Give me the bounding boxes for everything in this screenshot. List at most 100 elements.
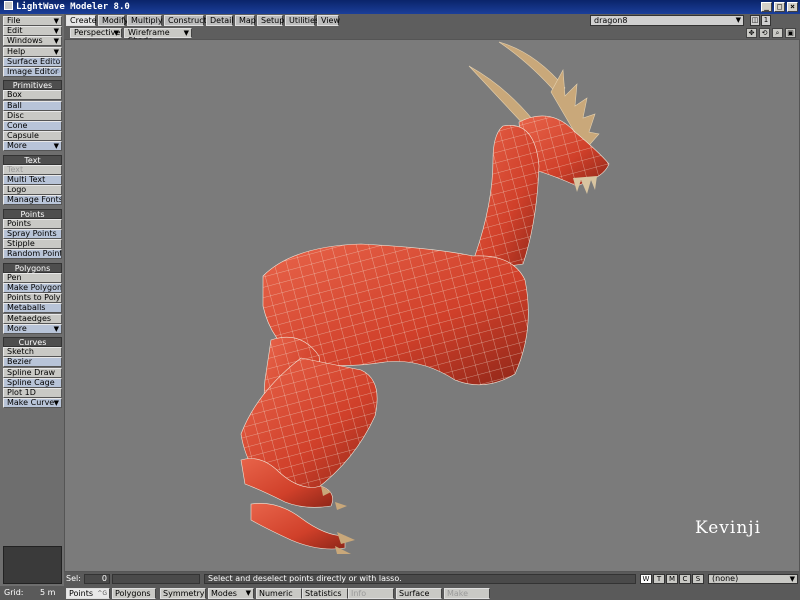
sidebar-button-capsule[interactable]: Capsule: [3, 131, 62, 142]
sidebar-button-box[interactable]: Box: [3, 90, 62, 101]
group-header-polygons: Polygons: [3, 262, 62, 273]
minimize-button[interactable]: _: [761, 2, 772, 12]
sidebar-button-sketch[interactable]: Sketch: [3, 347, 62, 358]
chevron-down-icon: ▼: [53, 142, 59, 151]
sidebar-button-make-polygon[interactable]: Make Polygon: [3, 283, 62, 293]
sidebar-button-points-to-polys[interactable]: Points to Polys: [3, 293, 62, 304]
dragon-model: [240, 41, 610, 554]
chevron-down-icon: ▼: [53, 27, 59, 36]
tab-detail[interactable]: Detail: [206, 15, 234, 26]
mode-button-modes[interactable]: Modes ▼: [208, 588, 254, 599]
tab-construct[interactable]: Construct: [164, 15, 207, 26]
sidebar-button-disc[interactable]: Disc: [3, 110, 62, 121]
sidebar-button-spline-draw[interactable]: Spline Draw: [3, 367, 62, 378]
sidebar-button-label: Logo: [7, 185, 27, 195]
sidebar-button-label: More: [7, 323, 27, 333]
t-button[interactable]: T: [653, 574, 665, 584]
sidebar-button-spline-cage[interactable]: Spline Cage: [3, 377, 62, 388]
sidebar-button-ball[interactable]: Ball: [3, 100, 62, 111]
mode-button-make[interactable]: Make: [444, 588, 490, 599]
close-button[interactable]: ×: [787, 2, 798, 12]
mode-button-polygons[interactable]: Polygons: [112, 588, 156, 599]
left-toolbar: File ▼ Edit ▼ Windows ▼ Help ▼ Surface Editor F5 I…: [0, 14, 64, 586]
teeth: [573, 176, 597, 194]
sidebar-button-image-editor[interactable]: Image Editor F6: [3, 67, 62, 77]
chevron-down-icon: ▼: [789, 575, 795, 583]
rotate-view-icon[interactable]: ⟲: [759, 28, 770, 38]
mode-button-statistics[interactable]: Statistics: [302, 588, 348, 599]
group-header-points: Points: [3, 208, 62, 219]
sidebar-button-surface-editor[interactable]: Surface Editor F5: [3, 56, 62, 67]
mode-button-info[interactable]: Info: [348, 588, 394, 599]
sidebar-button-bezier[interactable]: Bezier: [3, 357, 62, 368]
sidebar-button-points[interactable]: Points: [3, 218, 62, 229]
sidebar-button-label: Metaedges: [7, 313, 52, 323]
viewport-header: Perspective ▼ Wireframe Shade ▼ ✥ ⟲ ⌕ ▣: [64, 27, 800, 45]
zoom-view-icon[interactable]: ⌕: [772, 28, 783, 38]
sidebar-button-label: Text: [7, 164, 24, 174]
grid-value: 5 m: [40, 588, 56, 597]
sidebar-button-label: Multi Text: [7, 175, 46, 184]
maximize-view-icon[interactable]: ▣: [785, 28, 796, 38]
mode-button-symmetry[interactable]: Symmetry: [160, 588, 206, 599]
s-button[interactable]: S: [692, 574, 704, 584]
sidebar-button-multi-text[interactable]: Multi Text: [3, 175, 62, 185]
tab-map[interactable]: Map: [235, 15, 256, 26]
sidebar-button-windows[interactable]: Windows ▼: [3, 36, 62, 47]
sidebar-button-help[interactable]: Help ▼: [3, 46, 62, 57]
m-button[interactable]: M: [666, 574, 678, 584]
tab-view[interactable]: View: [317, 15, 340, 26]
sidebar-button-label: Points: [7, 218, 32, 228]
w-button[interactable]: W: [640, 574, 652, 584]
sidebar-button-more[interactable]: More ▼: [3, 323, 62, 334]
surface-select[interactable]: (none) ▼: [708, 574, 798, 584]
view-mode-select[interactable]: Perspective ▼: [70, 28, 122, 38]
sidebar-button-cone[interactable]: Cone: [3, 121, 62, 131]
sidebar-button-random-points[interactable]: Random Points: [3, 249, 62, 260]
object-select[interactable]: dragon8 ▼: [590, 15, 744, 26]
perspective-viewport[interactable]: Kevinji: [64, 39, 800, 572]
sidebar-button-plot-1d[interactable]: Plot 1D: [3, 388, 62, 398]
sidebar-button-spray-points[interactable]: Spray Points: [3, 229, 62, 239]
move-view-icon[interactable]: ✥: [746, 28, 757, 38]
mode-button-label: Numeric: [259, 589, 293, 598]
sel-count: 0: [84, 574, 110, 584]
tab-multiply[interactable]: Multiply: [127, 15, 163, 26]
sidebar-button-stipple[interactable]: Stipple: [3, 239, 62, 250]
sidebar-button-label: Bezier: [7, 357, 33, 367]
sidebar-button-make-curve[interactable]: Make Curve ▼: [3, 398, 62, 409]
sidebar-button-label: Plot 1D: [7, 388, 36, 397]
sidebar-button-edit[interactable]: Edit ▼: [3, 26, 62, 37]
c-button[interactable]: C: [679, 574, 691, 584]
sidebar-button-pen[interactable]: Pen: [3, 272, 62, 283]
sidebar-button-metaedges[interactable]: Metaedges: [3, 313, 62, 324]
tab-utilities[interactable]: Utilities: [285, 15, 319, 26]
sidebar-button-logo[interactable]: Logo: [3, 185, 62, 196]
status-message: Select and deselect points directly or w…: [204, 574, 636, 584]
sidebar-button-metaballs[interactable]: Metaballs: [3, 303, 62, 314]
sidebar-button-text[interactable]: Text: [3, 164, 62, 175]
grid-label: Grid:: [4, 588, 24, 597]
toolbar-empty-panel: [3, 546, 62, 584]
mode-button-numeric[interactable]: Numeric: [256, 588, 302, 599]
group-header-text: Text: [3, 154, 62, 165]
surface-value: (none): [712, 574, 739, 583]
sidebar-button-label: Spline Cage: [7, 377, 55, 387]
sidebar-button-label: Edit: [7, 26, 23, 36]
mode-button-points[interactable]: Points ^G: [66, 588, 110, 599]
mode-button-surface[interactable]: Surface: [396, 588, 442, 599]
chevron-down-icon: ▼: [53, 47, 59, 56]
tab-modify[interactable]: Modify: [98, 15, 129, 26]
shade-mode-select[interactable]: Wireframe Shade ▼: [124, 28, 192, 45]
sidebar-button-label: Image Editor: [7, 67, 59, 76]
tab-create[interactable]: Create: [66, 15, 97, 26]
chevron-down-icon: ▼: [53, 399, 59, 408]
foreground-layer-icon[interactable]: ◫: [750, 15, 760, 26]
status-bar: Sel: 0 Select and deselect points direct…: [64, 572, 800, 586]
maximize-button[interactable]: □: [774, 2, 785, 12]
sidebar-button-manage-fonts[interactable]: Manage Fonts: [3, 195, 62, 206]
sidebar-button-file[interactable]: File ▼: [3, 16, 62, 26]
sidebar-button-more[interactable]: More ▼: [3, 141, 62, 152]
layer-1-button[interactable]: 1: [761, 15, 771, 26]
tab-setup[interactable]: Setup: [257, 15, 284, 26]
